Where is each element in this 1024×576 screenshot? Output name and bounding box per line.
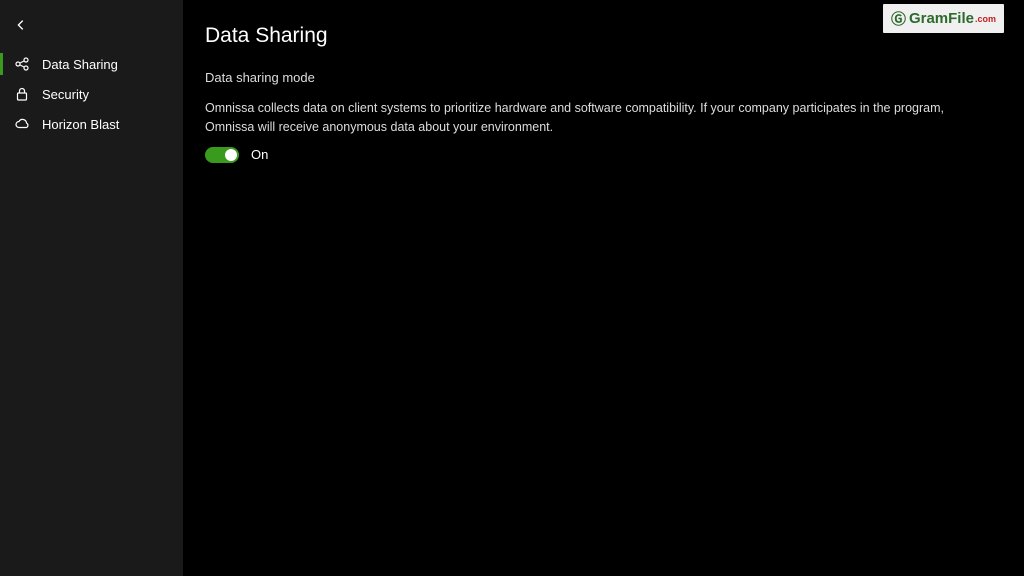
toggle-knob (225, 149, 237, 161)
lock-icon (14, 86, 30, 102)
sidebar-item-label: Horizon Blast (42, 117, 119, 132)
section-label: Data sharing mode (205, 70, 1002, 85)
sidebar-item-horizon-blast[interactable]: Horizon Blast (0, 109, 183, 139)
sidebar-item-label: Data Sharing (42, 57, 118, 72)
sidebar-item-label: Security (42, 87, 89, 102)
main-content: Ⓖ GramFile .com Data Sharing Data sharin… (183, 0, 1024, 576)
globe-icon: Ⓖ (891, 8, 906, 29)
sidebar-item-data-sharing[interactable]: Data Sharing (0, 49, 183, 79)
watermark-badge: Ⓖ GramFile .com (883, 4, 1004, 33)
description-text: Omnissa collects data on client systems … (205, 99, 995, 137)
toggle-label: On (251, 147, 268, 162)
cloud-icon (14, 116, 30, 132)
chevron-left-icon (14, 19, 28, 36)
sidebar: Data Sharing Security Horizon Blast (0, 0, 183, 576)
sidebar-item-security[interactable]: Security (0, 79, 183, 109)
watermark-brand: GramFile (909, 10, 974, 27)
watermark-suffix: .com (975, 14, 996, 24)
back-button[interactable] (0, 14, 183, 41)
toggle-row: On (205, 147, 1002, 163)
share-icon (14, 56, 30, 72)
data-sharing-toggle[interactable] (205, 147, 239, 163)
